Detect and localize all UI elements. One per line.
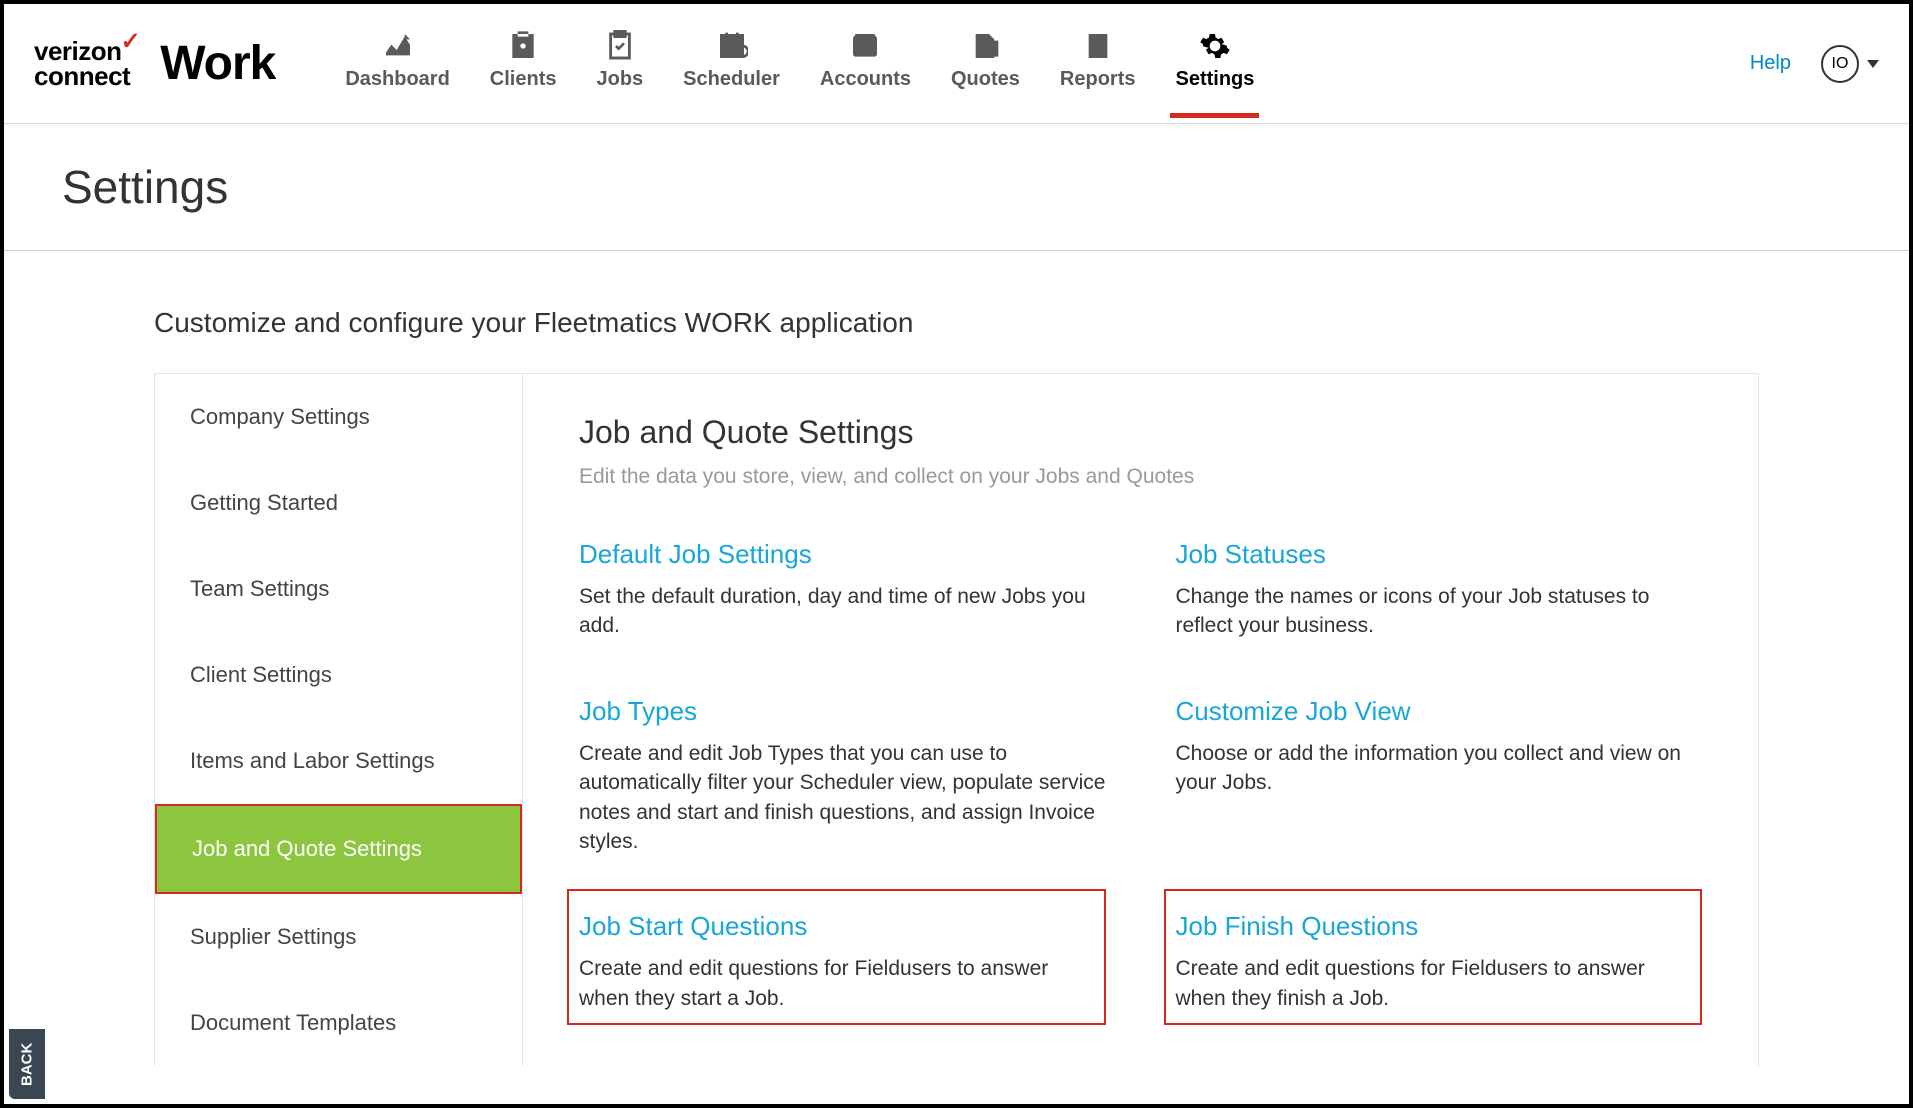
nav-clients[interactable]: Clients: [490, 10, 557, 117]
sidebar-item-job-quote-settings[interactable]: Job and Quote Settings: [155, 804, 522, 894]
card-title-link[interactable]: Job Statuses: [1176, 539, 1703, 570]
clients-icon: [507, 30, 539, 62]
sidebar-item-label: Job and Quote Settings: [192, 836, 422, 861]
sidebar-item-team-settings[interactable]: Team Settings: [155, 546, 522, 632]
sidebar-item-items-labor-settings[interactable]: Items and Labor Settings: [155, 718, 522, 804]
page-title: Settings: [62, 160, 1851, 214]
card-job-types: Job Types Create and edit Job Types that…: [579, 696, 1106, 857]
verizon-connect-logo: ✓ verizon connect: [34, 39, 130, 88]
quotes-icon: [969, 30, 1001, 62]
verizon-text-2: connect: [34, 64, 130, 89]
nav-label: Jobs: [596, 68, 643, 91]
sidebar-item-supplier-settings[interactable]: Supplier Settings: [155, 894, 522, 980]
user-menu[interactable]: IO: [1821, 45, 1879, 83]
settings-icon: [1199, 30, 1231, 62]
card-description: Create and edit Job Types that you can u…: [579, 739, 1106, 857]
card-description: Create and edit questions for Fieldusers…: [579, 954, 1094, 1013]
sidebar-item-client-settings[interactable]: Client Settings: [155, 632, 522, 718]
card-title-link[interactable]: Default Job Settings: [579, 539, 1106, 570]
card-customize-job-view: Customize Job View Choose or add the inf…: [1176, 696, 1703, 857]
page-subtitle: Customize and configure your Fleetmatics…: [154, 307, 1759, 339]
nav-dashboard[interactable]: Dashboard: [345, 10, 449, 117]
nav-label: Quotes: [951, 68, 1020, 91]
sidebar-item-label: Company Settings: [190, 404, 370, 429]
sidebar-item-label: Document Templates: [190, 1010, 396, 1035]
card-grid: Default Job Settings Set the default dur…: [579, 539, 1702, 1025]
accounts-icon: [849, 30, 881, 62]
work-logo: Work: [160, 36, 275, 91]
nav-label: Accounts: [820, 68, 911, 91]
nav-quotes[interactable]: Quotes: [951, 10, 1020, 117]
nav-settings[interactable]: Settings: [1175, 10, 1254, 117]
chevron-down-icon: [1867, 60, 1879, 68]
sidebar-item-getting-started[interactable]: Getting Started: [155, 460, 522, 546]
reports-icon: [1082, 30, 1114, 62]
back-tab-button[interactable]: BACK: [9, 1029, 45, 1099]
top-navigation-bar: ✓ verizon connect Work Dashboard Clients…: [4, 4, 1909, 124]
main-panel: Job and Quote Settings Edit the data you…: [523, 374, 1758, 1066]
card-job-finish-questions: Job Finish Questions Create and edit que…: [1164, 889, 1703, 1025]
card-description: Create and edit questions for Fieldusers…: [1176, 954, 1691, 1013]
card-title-link[interactable]: Job Types: [579, 696, 1106, 727]
card-description: Choose or add the information you collec…: [1176, 739, 1703, 798]
card-title-link[interactable]: Customize Job View: [1176, 696, 1703, 727]
page-title-section: Settings: [4, 124, 1909, 251]
sidebar-item-label: Supplier Settings: [190, 924, 356, 949]
card-job-statuses: Job Statuses Change the names or icons o…: [1176, 539, 1703, 641]
card-job-start-questions: Job Start Questions Create and edit ques…: [567, 889, 1106, 1025]
topbar-right: Help IO: [1750, 45, 1879, 83]
nav-accounts[interactable]: Accounts: [820, 10, 911, 117]
nav-jobs[interactable]: Jobs: [596, 10, 643, 117]
nav-label: Scheduler: [683, 68, 780, 91]
sidebar-item-company-settings[interactable]: Company Settings: [155, 374, 522, 460]
jobs-icon: [604, 30, 636, 62]
card-description: Change the names or icons of your Job st…: [1176, 582, 1703, 641]
scheduler-icon: [716, 30, 748, 62]
sidebar-item-label: Items and Labor Settings: [190, 748, 435, 773]
settings-layout: Company Settings Getting Started Team Se…: [154, 373, 1759, 1066]
dashboard-icon: [382, 30, 414, 62]
sidebar-item-label: Getting Started: [190, 490, 338, 515]
logo-group: ✓ verizon connect Work: [34, 36, 275, 91]
sidebar-item-label: Team Settings: [190, 576, 329, 601]
nav-items: Dashboard Clients Jobs Scheduler Account…: [345, 10, 1750, 117]
help-link[interactable]: Help: [1750, 52, 1791, 75]
nav-label: Dashboard: [345, 68, 449, 91]
card-default-job-settings: Default Job Settings Set the default dur…: [579, 539, 1106, 641]
nav-reports[interactable]: Reports: [1060, 10, 1136, 117]
nav-label: Reports: [1060, 68, 1136, 91]
sidebar-item-document-templates[interactable]: Document Templates: [155, 980, 522, 1066]
sidebar-item-label: Client Settings: [190, 662, 332, 687]
content-area: Customize and configure your Fleetmatics…: [4, 251, 1909, 1066]
verizon-text-1: verizon: [34, 39, 130, 64]
panel-heading: Job and Quote Settings: [579, 414, 1702, 451]
nav-scheduler[interactable]: Scheduler: [683, 10, 780, 117]
verizon-check-icon: ✓: [121, 31, 141, 54]
panel-subtext: Edit the data you store, view, and colle…: [579, 465, 1702, 489]
card-title-link[interactable]: Job Start Questions: [579, 911, 1094, 942]
settings-sidebar: Company Settings Getting Started Team Se…: [155, 374, 523, 1066]
card-title-link[interactable]: Job Finish Questions: [1176, 911, 1691, 942]
user-avatar: IO: [1821, 45, 1859, 83]
nav-label: Clients: [490, 68, 557, 91]
card-description: Set the default duration, day and time o…: [579, 582, 1106, 641]
nav-label: Settings: [1175, 68, 1254, 91]
